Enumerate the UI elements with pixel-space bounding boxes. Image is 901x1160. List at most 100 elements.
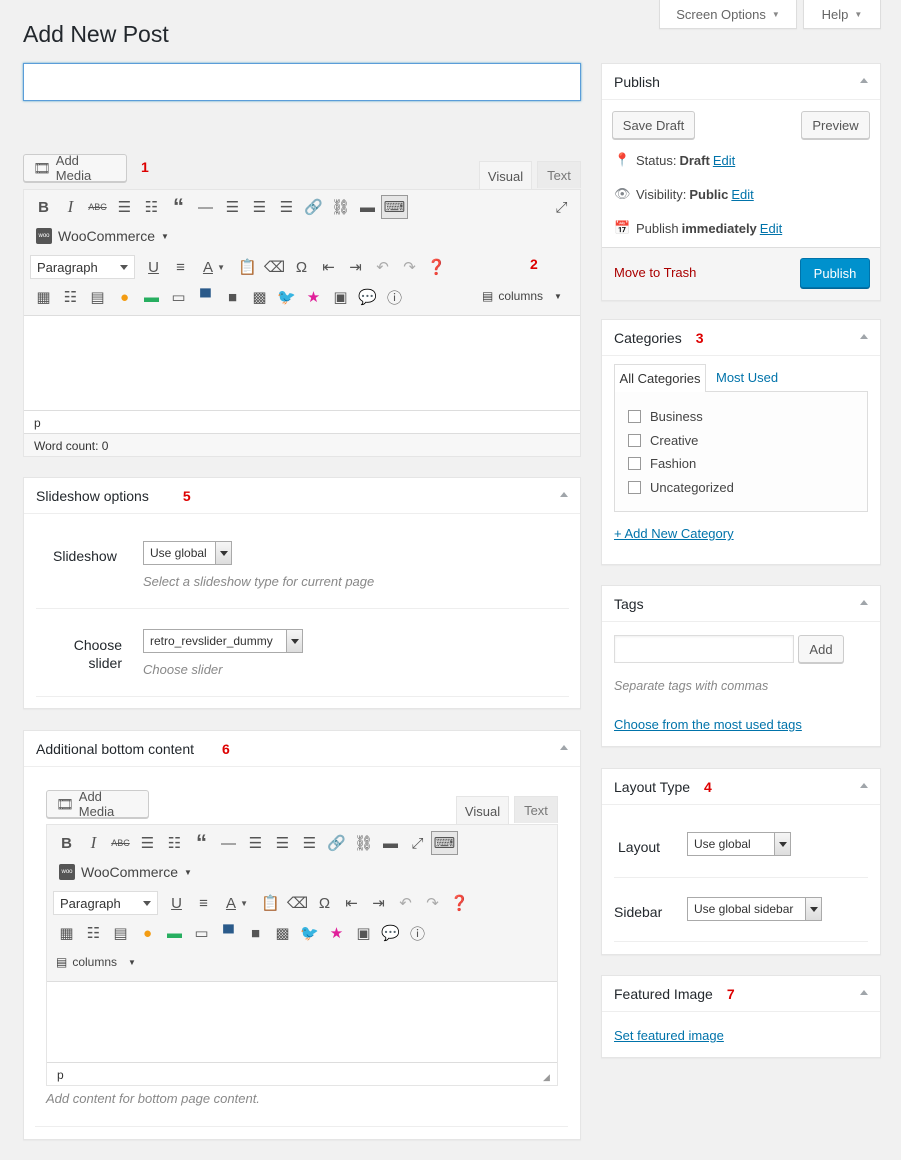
shortcode-dark-icon[interactable]: ■ [242, 921, 269, 945]
shortcode-info-icon[interactable]: ⓘ [381, 285, 408, 309]
unlink-icon[interactable]: ⛓ [350, 831, 377, 855]
unlink-icon[interactable]: ⛓ [327, 195, 354, 219]
bottom-columns-menu[interactable]: ▤ columns ▼ [56, 955, 136, 969]
tab-most-used[interactable]: Most Used [716, 370, 778, 385]
numbered-list-icon[interactable]: ☷ [138, 195, 165, 219]
twitter-icon[interactable]: 🐦 [273, 285, 300, 309]
bottom-tab-visual[interactable]: Visual [456, 796, 509, 825]
category-item[interactable]: Business [628, 405, 867, 429]
bullet-list-icon[interactable]: ☰ [111, 195, 138, 219]
category-item[interactable]: Fashion [628, 452, 867, 476]
strikethrough-icon[interactable]: ABC [84, 195, 111, 219]
preview-button[interactable]: Preview [801, 111, 870, 139]
tab-text[interactable]: Text [537, 161, 581, 188]
horizontal-line-icon[interactable]: — [192, 195, 219, 219]
special-character-icon[interactable]: Ω [288, 255, 315, 279]
italic-icon[interactable]: I [57, 195, 84, 219]
edit-status-link[interactable]: Edit [713, 153, 735, 168]
tab-visual[interactable]: Visual [479, 161, 532, 190]
shortcode-circle-icon[interactable]: ● [134, 921, 161, 945]
toolbar-toggle-icon[interactable]: ⌨ [431, 831, 458, 855]
shortcode-header-icon[interactable]: ▀ [215, 921, 242, 945]
help-button[interactable]: Help ▼ [803, 0, 881, 29]
publish-button[interactable]: Publish [800, 258, 870, 288]
blockquote-icon[interactable]: “ [165, 194, 192, 219]
choose-tags-link[interactable]: Choose from the most used tags [614, 717, 802, 732]
layout-type-header[interactable]: Layout Type 4 [602, 769, 880, 805]
shortcode-button-icon[interactable]: ▬ [138, 285, 165, 309]
checkbox[interactable] [628, 457, 641, 471]
collapse-icon[interactable] [560, 492, 568, 497]
collapse-icon[interactable] [860, 990, 868, 995]
link-icon[interactable]: 🔗 [300, 195, 327, 219]
shortcode-info-icon[interactable]: ⓘ [404, 921, 431, 945]
indent-icon[interactable]: ⇥ [365, 891, 392, 915]
edit-publish-date-link[interactable]: Edit [760, 221, 782, 236]
collapse-icon[interactable] [860, 334, 868, 339]
slideshow-options-header[interactable]: Slideshow options 5 [24, 478, 580, 514]
tag-input[interactable] [614, 635, 794, 663]
layout-select[interactable]: Use global [687, 832, 791, 856]
save-draft-button[interactable]: Save Draft [612, 111, 695, 139]
woocommerce-menu[interactable]: woo WooCommerce ▼ [36, 228, 169, 244]
redo-icon[interactable]: ↷ [396, 255, 423, 279]
undo-icon[interactable]: ↶ [369, 255, 396, 279]
special-character-icon[interactable]: Ω [311, 891, 338, 915]
help-icon[interactable]: ❓ [423, 255, 450, 279]
bottom-format-select[interactable]: Paragraph [53, 891, 158, 915]
justify-icon[interactable]: ≡ [167, 255, 194, 279]
collapse-icon[interactable] [860, 78, 868, 83]
bottom-woocommerce-menu[interactable]: woo WooCommerce ▼ [59, 864, 192, 880]
shortcode-tabs-icon[interactable]: ▣ [350, 921, 377, 945]
shortcode-grid-icon[interactable]: ▤ [107, 921, 134, 945]
bottom-content-header[interactable]: Additional bottom content 6 [24, 731, 580, 767]
text-color-icon[interactable]: A ▼ [217, 891, 257, 915]
fullscreen-icon[interactable]: ⤢ [404, 831, 431, 855]
toolbar-toggle-icon[interactable]: ⌨ [381, 195, 408, 219]
resize-handle-icon[interactable]: ◢ [543, 1072, 550, 1083]
publish-header[interactable]: Publish [602, 64, 880, 100]
redo-icon[interactable]: ↷ [419, 891, 446, 915]
shortcode-circle-icon[interactable]: ● [111, 285, 138, 309]
align-right-icon[interactable]: ☰ [296, 831, 323, 855]
text-color-icon[interactable]: A ▼ [194, 255, 234, 279]
read-more-icon[interactable]: ▬ [354, 195, 381, 219]
align-left-icon[interactable]: ☰ [242, 831, 269, 855]
shortcode-box-icon[interactable]: ▩ [246, 285, 273, 309]
underline-icon[interactable]: U [163, 891, 190, 915]
align-center-icon[interactable]: ☰ [246, 195, 273, 219]
clear-formatting-icon[interactable]: ⌫ [284, 891, 311, 915]
move-to-trash-link[interactable]: Move to Trash [614, 265, 696, 280]
columns-menu[interactable]: ▤ columns ▼ [482, 289, 562, 303]
numbered-list-icon[interactable]: ☷ [161, 831, 188, 855]
featured-image-header[interactable]: Featured Image 7 [602, 976, 880, 1012]
align-center-icon[interactable]: ☰ [269, 831, 296, 855]
bottom-tab-text[interactable]: Text [514, 796, 558, 823]
star-icon[interactable]: ★ [323, 921, 350, 945]
shortcode-quote-icon[interactable]: 💬 [377, 921, 404, 945]
justify-icon[interactable]: ≡ [190, 891, 217, 915]
bold-icon[interactable]: B [30, 195, 57, 219]
sidebar-select[interactable]: Use global sidebar [687, 897, 822, 921]
checkbox[interactable] [628, 480, 641, 494]
shortcode-dark-icon[interactable]: ■ [219, 285, 246, 309]
categories-header[interactable]: Categories 3 [602, 320, 880, 356]
horizontal-line-icon[interactable]: — [215, 831, 242, 855]
shortcode-divider-icon[interactable]: ▭ [188, 921, 215, 945]
shortcode-header-icon[interactable]: ▀ [192, 285, 219, 309]
collapse-icon[interactable] [560, 745, 568, 750]
bottom-editor-content-area[interactable] [47, 982, 557, 1062]
add-tag-button[interactable]: Add [798, 635, 844, 663]
fullscreen-icon[interactable]: ⤢ [548, 195, 575, 219]
shortcode-divider-icon[interactable]: ▭ [165, 285, 192, 309]
link-icon[interactable]: 🔗 [323, 831, 350, 855]
outdent-icon[interactable]: ⇤ [315, 255, 342, 279]
shortcode-button-icon[interactable]: ▬ [161, 921, 188, 945]
post-title-input[interactable] [23, 63, 581, 101]
bold-icon[interactable]: B [53, 831, 80, 855]
strikethrough-icon[interactable]: ABC [107, 831, 134, 855]
underline-icon[interactable]: U [140, 255, 167, 279]
shortcode-box-icon[interactable]: ▩ [269, 921, 296, 945]
add-new-category-link[interactable]: + Add New Category [614, 526, 734, 541]
paste-text-icon[interactable]: 📋 [234, 255, 261, 279]
